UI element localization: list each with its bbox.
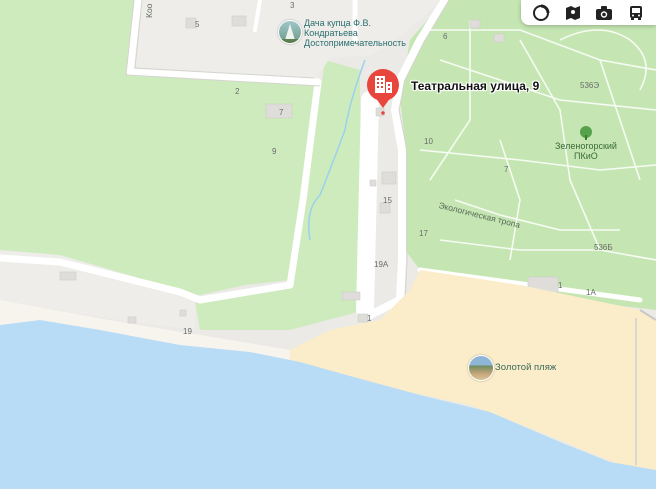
- house-number: 15: [383, 196, 392, 205]
- poi-label-line: ПКиО: [574, 151, 598, 161]
- building: [341, 291, 361, 301]
- building: [369, 179, 377, 187]
- building: [179, 309, 187, 317]
- house-number: 2: [235, 87, 240, 96]
- beach-thumbnail: [468, 355, 494, 381]
- house-number: 10: [424, 137, 433, 146]
- building: [381, 171, 397, 185]
- house-number: 9: [272, 147, 277, 156]
- map-layers-toolbar: [521, 0, 656, 25]
- building-icon: [375, 76, 385, 93]
- house-number: 19А: [374, 260, 389, 269]
- bus-icon: [630, 5, 643, 20]
- residential-area: [140, 70, 310, 290]
- house-number: 536Б: [594, 243, 613, 252]
- house-number: 536Э: [580, 81, 600, 90]
- house-number: 17: [419, 229, 428, 238]
- street-label: Коо: [144, 3, 154, 18]
- house-number: 3: [290, 1, 295, 10]
- building: [469, 19, 481, 29]
- house-number: 6: [443, 32, 448, 41]
- traffic-icon: [532, 4, 550, 21]
- house-number: 7: [279, 108, 284, 117]
- park-area: [400, 0, 656, 310]
- building: [493, 33, 505, 43]
- house-number: 7: [504, 165, 509, 174]
- building: [231, 15, 247, 27]
- traffic-button[interactable]: [528, 2, 554, 24]
- road: [356, 91, 379, 319]
- house-number: 1А: [586, 288, 596, 297]
- panorama-button[interactable]: [560, 2, 586, 24]
- camera-icon: [596, 5, 613, 20]
- map-canvas[interactable]: [0, 0, 656, 489]
- poi-category: Достопримечательность: [304, 38, 406, 48]
- poi-label: Золотой пляж: [495, 362, 557, 373]
- house-number: 5: [195, 20, 200, 29]
- transit-button[interactable]: [623, 2, 649, 24]
- photos-button[interactable]: [591, 2, 617, 24]
- building: [127, 316, 137, 324]
- house-number: 19: [183, 327, 192, 336]
- house-number: 1: [367, 314, 372, 323]
- panorama-icon: [565, 5, 580, 20]
- building: [59, 271, 77, 281]
- monument-thumbnail: [278, 20, 302, 44]
- pin-address-label: Театральная улица, 9: [411, 79, 540, 93]
- house-number: 1: [558, 281, 563, 290]
